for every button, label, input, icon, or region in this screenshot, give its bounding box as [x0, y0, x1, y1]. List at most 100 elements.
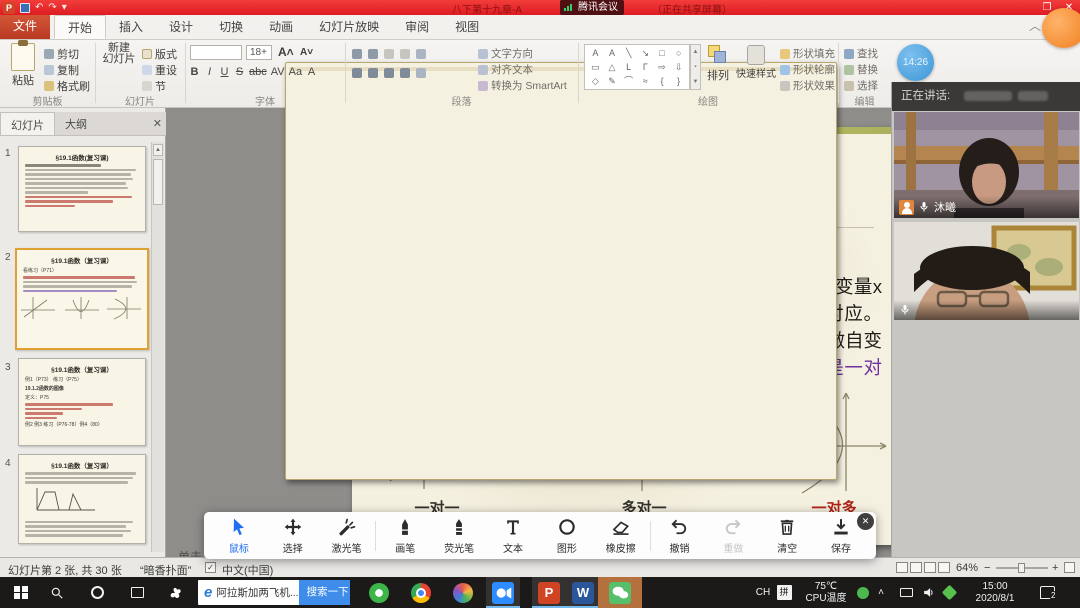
shape-glyph[interactable]: }	[677, 74, 680, 88]
shape-glyph[interactable]: △	[609, 60, 616, 74]
annotation-close-icon[interactable]: ✕	[857, 513, 874, 530]
tray-clock[interactable]: 15:002020/8/1	[964, 577, 1026, 608]
shape-glyph[interactable]: ◇	[592, 74, 599, 88]
shape-glyph[interactable]: ⇨	[658, 60, 666, 74]
font-style-A[interactable]: A	[305, 66, 318, 78]
select-button[interactable]: 选择	[844, 78, 878, 93]
tray-volume-icon[interactable]	[918, 577, 938, 608]
slide-thumbnail-4[interactable]: §19.1函数（复习课）	[18, 454, 146, 544]
taskbar-search-box[interactable]: e 阿拉斯加两飞机... 搜索一下	[198, 580, 350, 605]
meeting-floating-badge[interactable]: 腾讯会议	[560, 0, 624, 15]
format-painter-button[interactable]: 格式刷	[44, 79, 90, 93]
font-name-box[interactable]	[190, 45, 242, 60]
powerpoint-app-taskbar-icon[interactable]: P	[532, 577, 566, 608]
shape-glyph[interactable]: {	[660, 74, 663, 88]
shape-glyph[interactable]: L	[626, 60, 631, 74]
action-center-icon[interactable]: 2	[1034, 577, 1060, 608]
annotation-tool-pen[interactable]: 画笔	[380, 517, 430, 555]
wechat-icon[interactable]	[598, 577, 642, 608]
arrange-button[interactable]: 排列	[702, 45, 734, 83]
text-direction-button[interactable]: 文字方向	[478, 46, 533, 61]
shape-fill-button[interactable]: 形状填充	[780, 46, 835, 61]
redo-icon[interactable]: ↷	[48, 2, 56, 14]
zoom-slider-thumb[interactable]	[1018, 563, 1025, 573]
tray-language[interactable]: CH	[752, 577, 774, 608]
font-style-U[interactable]: U	[218, 66, 231, 78]
font-size-box[interactable]: 18+	[246, 45, 272, 60]
zoom-slider[interactable]	[996, 567, 1048, 569]
save-icon[interactable]	[20, 3, 30, 13]
ribbon-tab-审阅[interactable]: 审阅	[392, 15, 442, 39]
shape-glyph[interactable]: ⇩	[675, 60, 683, 74]
find-button[interactable]: 查找	[844, 46, 878, 61]
slide-thumbnail-3[interactable]: §19.1函数（复习课） 例1（P73） 练习（P75） 19.1.2函数的图像…	[18, 358, 146, 446]
shape-glyph[interactable]: A	[609, 46, 615, 60]
annotation-tool-undo[interactable]: 撤销	[654, 517, 704, 555]
tray-chevron-icon[interactable]: ˄	[872, 577, 890, 608]
tab-slides[interactable]: 幻灯片	[0, 112, 55, 135]
task-view-icon[interactable]	[124, 577, 150, 608]
search-go-button[interactable]: 搜索一下	[299, 580, 350, 605]
shape-glyph[interactable]: A	[592, 46, 598, 60]
annotation-tool-redo[interactable]: 重做	[708, 517, 758, 555]
tab-outline[interactable]: 大纲	[55, 112, 97, 135]
font-style-AV[interactable]: AV	[270, 66, 286, 78]
shapes-gallery[interactable]: AA╲↘□○▭△LΓ⇨⇩◇✎⌒≈{}	[584, 44, 690, 90]
undo-icon[interactable]: ↶	[35, 2, 43, 14]
shape-glyph[interactable]: ⌒	[624, 74, 633, 88]
tray-shield-icon[interactable]	[940, 577, 958, 608]
ribbon-tab-开始[interactable]: 开始	[54, 15, 106, 39]
shape-effects-button[interactable]: 形状效果	[780, 78, 835, 93]
shape-glyph[interactable]: Γ	[643, 60, 648, 74]
annotation-tool-mouse[interactable]: 鼠标	[214, 517, 264, 555]
shape-outline-button[interactable]: 形状轮廓	[780, 62, 835, 77]
ribbon-tab-文件[interactable]: 文件	[0, 14, 50, 39]
shape-glyph[interactable]: ✎	[608, 74, 616, 88]
new-slide-button[interactable]: 新建幻灯片	[100, 43, 138, 65]
annotation-tool-clear[interactable]: 清空	[762, 517, 812, 555]
annotation-tool-highlighter[interactable]: 荧光笔	[434, 517, 484, 555]
annotation-tool-eraser[interactable]: 橡皮擦	[596, 517, 646, 555]
meeting-timer-badge[interactable]: 14:26	[897, 44, 934, 81]
tray-cpu-temp[interactable]: 75℃CPU温度	[800, 577, 852, 608]
shape-glyph[interactable]: ▭	[591, 60, 600, 74]
tray-ime-icon[interactable]: 拼	[774, 577, 794, 608]
chrome-icon[interactable]	[404, 577, 438, 608]
reset-button[interactable]: 重设	[142, 63, 177, 77]
shrink-font-icon[interactable]: A˅	[300, 45, 313, 59]
layout-button[interactable]: 版式	[142, 47, 177, 61]
zoom-in-icon[interactable]: +	[1052, 562, 1058, 574]
slide-thumbnail-2-selected[interactable]: §19.1函数（复习课） 看练习（P71）	[15, 248, 149, 350]
font-style-Aa[interactable]: Aa	[288, 66, 303, 78]
ribbon-tab-设计[interactable]: 设计	[156, 15, 206, 39]
qat-more-icon[interactable]: ▾	[62, 2, 67, 14]
list-buttons[interactable]	[352, 47, 426, 61]
app-360-icon[interactable]	[362, 577, 396, 608]
ribbon-tab-幻灯片放映[interactable]: 幻灯片放映	[306, 15, 392, 39]
scroll-up-icon[interactable]: ▲	[153, 144, 163, 156]
font-style-S[interactable]: S	[233, 66, 246, 78]
ribbon-tab-切换[interactable]: 切换	[206, 15, 256, 39]
ribbon-tab-视图[interactable]: 视图	[442, 15, 492, 39]
font-style-I[interactable]: I	[203, 66, 216, 78]
collapse-chevron-icon[interactable]: ︿	[1029, 17, 1041, 34]
tencent-meeting-app-icon[interactable]	[486, 577, 520, 608]
fit-to-window-icon[interactable]	[1064, 562, 1075, 573]
video-tile-participant-1[interactable]: 沐曦	[894, 112, 1079, 218]
paste-button[interactable]: 粘贴	[6, 43, 40, 88]
quick-styles-button[interactable]: 快速样式	[736, 45, 776, 80]
browser-rainbow-icon[interactable]	[446, 577, 480, 608]
align-text-button[interactable]: 对齐文本	[478, 62, 533, 77]
floating-orange-ball[interactable]	[1042, 8, 1080, 48]
replace-button[interactable]: 替换	[844, 62, 878, 77]
language-indicator[interactable]: 中文(中国)	[222, 562, 273, 578]
spellcheck-icon[interactable]: ✓	[205, 562, 216, 573]
copy-button[interactable]: 复制	[44, 63, 79, 77]
shape-glyph[interactable]: ≈	[643, 74, 648, 88]
slide-thumbnail-1[interactable]: §19.1函数(复习课)	[18, 146, 146, 232]
browser-pinwheel-icon[interactable]	[162, 577, 188, 608]
annotation-tool-select[interactable]: 选择	[268, 517, 318, 555]
ribbon-tab-插入[interactable]: 插入	[106, 15, 156, 39]
ribbon-tab-动画[interactable]: 动画	[256, 15, 306, 39]
annotation-tool-text[interactable]: 文本	[488, 517, 538, 555]
